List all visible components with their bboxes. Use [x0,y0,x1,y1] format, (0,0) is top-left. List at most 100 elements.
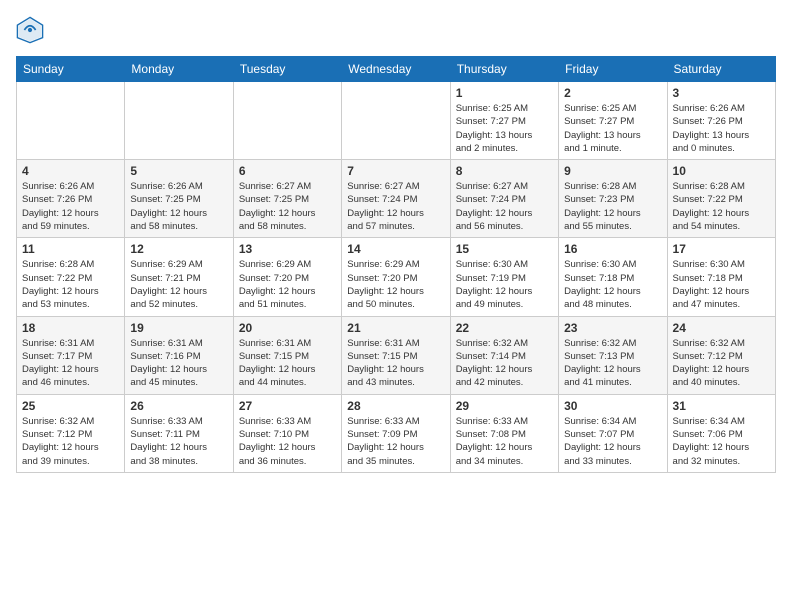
calendar-cell: 24 Sunrise: 6:32 AM Sunset: 7:12 PM Dayli… [667,316,775,394]
day-info: Sunrise: 6:34 AM Sunset: 7:07 PM Dayligh… [564,415,661,468]
day-info: Sunrise: 6:25 AM Sunset: 7:27 PM Dayligh… [564,102,661,155]
day-info: Sunrise: 6:27 AM Sunset: 7:24 PM Dayligh… [456,180,553,233]
logo-icon [16,16,44,44]
calendar-cell [233,82,341,160]
header-wednesday: Wednesday [342,57,450,82]
calendar-cell [342,82,450,160]
day-info: Sunrise: 6:32 AM Sunset: 7:12 PM Dayligh… [673,337,770,390]
day-info: Sunrise: 6:33 AM Sunset: 7:08 PM Dayligh… [456,415,553,468]
calendar-cell: 10Sunrise: 6:28 AM Sunset: 7:22 PM Dayli… [667,160,775,238]
calendar-cell: 11 Sunrise: 6:28 AM Sunset: 7:22 PM Dayli… [17,238,125,316]
day-number: 4 [22,164,119,178]
day-info: Sunrise: 6:28 AM Sunset: 7:23 PM Dayligh… [564,180,661,233]
logo [16,16,48,44]
day-number: 21 [347,321,444,335]
calendar-cell: 29 Sunrise: 6:33 AM Sunset: 7:08 PM Dayli… [450,394,558,472]
calendar-table: SundayMondayTuesdayWednesdayThursdayFrid… [16,56,776,473]
day-info: Sunrise: 6:25 AM Sunset: 7:27 PM Dayligh… [456,102,553,155]
day-number: 23 [564,321,661,335]
week-row-1: 1 Sunrise: 6:25 AM Sunset: 7:27 PM Daylig… [17,82,776,160]
day-number: 18 [22,321,119,335]
day-info: Sunrise: 6:32 AM Sunset: 7:12 PM Dayligh… [22,415,119,468]
day-number: 12 [130,242,227,256]
calendar-cell: 2 Sunrise: 6:25 AM Sunset: 7:27 PM Daylig… [559,82,667,160]
day-info: Sunrise: 6:33 AM Sunset: 7:10 PM Dayligh… [239,415,336,468]
calendar-cell: 25 Sunrise: 6:32 AM Sunset: 7:12 PM Dayli… [17,394,125,472]
day-info: Sunrise: 6:26 AM Sunset: 7:26 PM Dayligh… [673,102,770,155]
day-info: Sunrise: 6:29 AM Sunset: 7:20 PM Dayligh… [347,258,444,311]
day-number: 15 [456,242,553,256]
calendar-cell: 18Sunrise: 6:31 AM Sunset: 7:17 PM Dayli… [17,316,125,394]
calendar-cell [17,82,125,160]
week-row-4: 18Sunrise: 6:31 AM Sunset: 7:17 PM Dayli… [17,316,776,394]
calendar-cell: 22 Sunrise: 6:32 AM Sunset: 7:14 PM Dayli… [450,316,558,394]
day-number: 28 [347,399,444,413]
day-number: 22 [456,321,553,335]
day-info: Sunrise: 6:28 AM Sunset: 7:22 PM Dayligh… [673,180,770,233]
calendar-cell: 16 Sunrise: 6:30 AM Sunset: 7:18 PM Dayli… [559,238,667,316]
calendar-cell: 17 Sunrise: 6:30 AM Sunset: 7:18 PM Dayli… [667,238,775,316]
calendar-header-row: SundayMondayTuesdayWednesdayThursdayFrid… [17,57,776,82]
header-tuesday: Tuesday [233,57,341,82]
day-number: 29 [456,399,553,413]
calendar-cell: 19Sunrise: 6:31 AM Sunset: 7:16 PM Dayli… [125,316,233,394]
calendar-cell: 7Sunrise: 6:27 AM Sunset: 7:24 PM Daylig… [342,160,450,238]
calendar-cell: 12 Sunrise: 6:29 AM Sunset: 7:21 PM Dayli… [125,238,233,316]
day-info: Sunrise: 6:34 AM Sunset: 7:06 PM Dayligh… [673,415,770,468]
calendar-cell: 6Sunrise: 6:27 AM Sunset: 7:25 PM Daylig… [233,160,341,238]
day-info: Sunrise: 6:31 AM Sunset: 7:15 PM Dayligh… [347,337,444,390]
day-info: Sunrise: 6:30 AM Sunset: 7:18 PM Dayligh… [564,258,661,311]
header-friday: Friday [559,57,667,82]
day-number: 25 [22,399,119,413]
day-info: Sunrise: 6:32 AM Sunset: 7:13 PM Dayligh… [564,337,661,390]
page-header [16,16,776,44]
header-saturday: Saturday [667,57,775,82]
calendar-cell: 8 Sunrise: 6:27 AM Sunset: 7:24 PM Daylig… [450,160,558,238]
day-number: 27 [239,399,336,413]
header-monday: Monday [125,57,233,82]
calendar-cell: 14 Sunrise: 6:29 AM Sunset: 7:20 PM Dayli… [342,238,450,316]
header-thursday: Thursday [450,57,558,82]
calendar-cell: 4 Sunrise: 6:26 AM Sunset: 7:26 PM Daylig… [17,160,125,238]
calendar-cell: 23 Sunrise: 6:32 AM Sunset: 7:13 PM Dayli… [559,316,667,394]
day-number: 17 [673,242,770,256]
calendar-cell: 20 Sunrise: 6:31 AM Sunset: 7:15 PM Dayli… [233,316,341,394]
day-info: Sunrise: 6:32 AM Sunset: 7:14 PM Dayligh… [456,337,553,390]
day-info: Sunrise: 6:29 AM Sunset: 7:20 PM Dayligh… [239,258,336,311]
day-number: 8 [456,164,553,178]
day-info: Sunrise: 6:31 AM Sunset: 7:15 PM Dayligh… [239,337,336,390]
day-info: Sunrise: 6:30 AM Sunset: 7:18 PM Dayligh… [673,258,770,311]
day-number: 19 [130,321,227,335]
calendar-cell [125,82,233,160]
day-number: 20 [239,321,336,335]
day-info: Sunrise: 6:28 AM Sunset: 7:22 PM Dayligh… [22,258,119,311]
day-number: 3 [673,86,770,100]
day-number: 7 [347,164,444,178]
week-row-2: 4 Sunrise: 6:26 AM Sunset: 7:26 PM Daylig… [17,160,776,238]
calendar-cell: 26Sunrise: 6:33 AM Sunset: 7:11 PM Dayli… [125,394,233,472]
calendar-cell: 21 Sunrise: 6:31 AM Sunset: 7:15 PM Dayli… [342,316,450,394]
week-row-3: 11 Sunrise: 6:28 AM Sunset: 7:22 PM Dayli… [17,238,776,316]
calendar-cell: 27 Sunrise: 6:33 AM Sunset: 7:10 PM Dayli… [233,394,341,472]
day-number: 16 [564,242,661,256]
calendar-cell: 13 Sunrise: 6:29 AM Sunset: 7:20 PM Dayli… [233,238,341,316]
day-number: 9 [564,164,661,178]
day-number: 2 [564,86,661,100]
calendar-cell: 1 Sunrise: 6:25 AM Sunset: 7:27 PM Daylig… [450,82,558,160]
header-sunday: Sunday [17,57,125,82]
day-number: 1 [456,86,553,100]
week-row-5: 25 Sunrise: 6:32 AM Sunset: 7:12 PM Dayli… [17,394,776,472]
day-number: 6 [239,164,336,178]
day-info: Sunrise: 6:29 AM Sunset: 7:21 PM Dayligh… [130,258,227,311]
day-info: Sunrise: 6:26 AM Sunset: 7:26 PM Dayligh… [22,180,119,233]
day-number: 26 [130,399,227,413]
day-number: 14 [347,242,444,256]
calendar-cell: 30Sunrise: 6:34 AM Sunset: 7:07 PM Dayli… [559,394,667,472]
day-number: 31 [673,399,770,413]
day-info: Sunrise: 6:33 AM Sunset: 7:09 PM Dayligh… [347,415,444,468]
day-number: 24 [673,321,770,335]
day-number: 13 [239,242,336,256]
day-number: 11 [22,242,119,256]
day-info: Sunrise: 6:30 AM Sunset: 7:19 PM Dayligh… [456,258,553,311]
calendar-cell: 5Sunrise: 6:26 AM Sunset: 7:25 PM Daylig… [125,160,233,238]
